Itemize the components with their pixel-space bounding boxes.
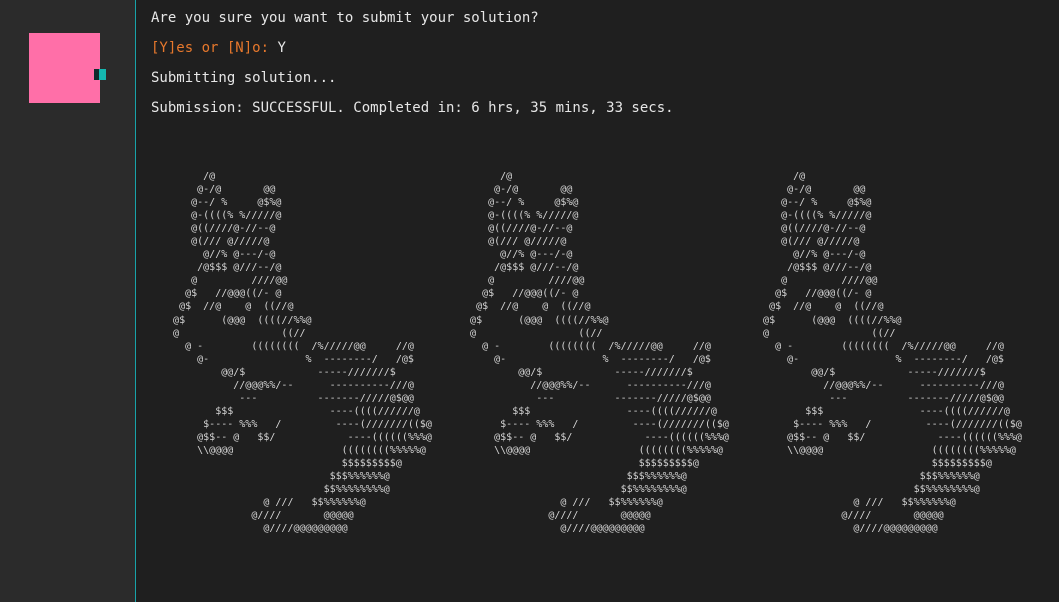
prompt-answer: Y [277,40,286,56]
yes-no-prompt: [Y]es or [N]o: [151,40,270,56]
ascii-art-figure-1: /@ @-/@ @@ @--/ % @$%@ @-((((% %/////@ @… [173,171,432,535]
avatar-status-indicator [94,69,106,80]
submitting-status: Submitting solution... [151,70,337,86]
indicator-accent [99,69,106,80]
submit-prompt-line[interactable]: [Y]es or [N]o: Y [151,40,286,56]
ascii-art-figure-2: /@ @-/@ @@ @--/ % @$%@ @-((((% %/////@ @… [470,171,729,535]
ascii-art-figure-3: /@ @-/@ @@ @--/ % @$%@ @-((((% %/////@ @… [763,171,1022,535]
submission-result: Submission: SUCCESSFUL. Completed in: 6 … [151,100,674,116]
sidebar [0,0,136,602]
avatar[interactable] [29,33,100,103]
submit-question: Are you sure you want to submit your sol… [151,10,539,26]
